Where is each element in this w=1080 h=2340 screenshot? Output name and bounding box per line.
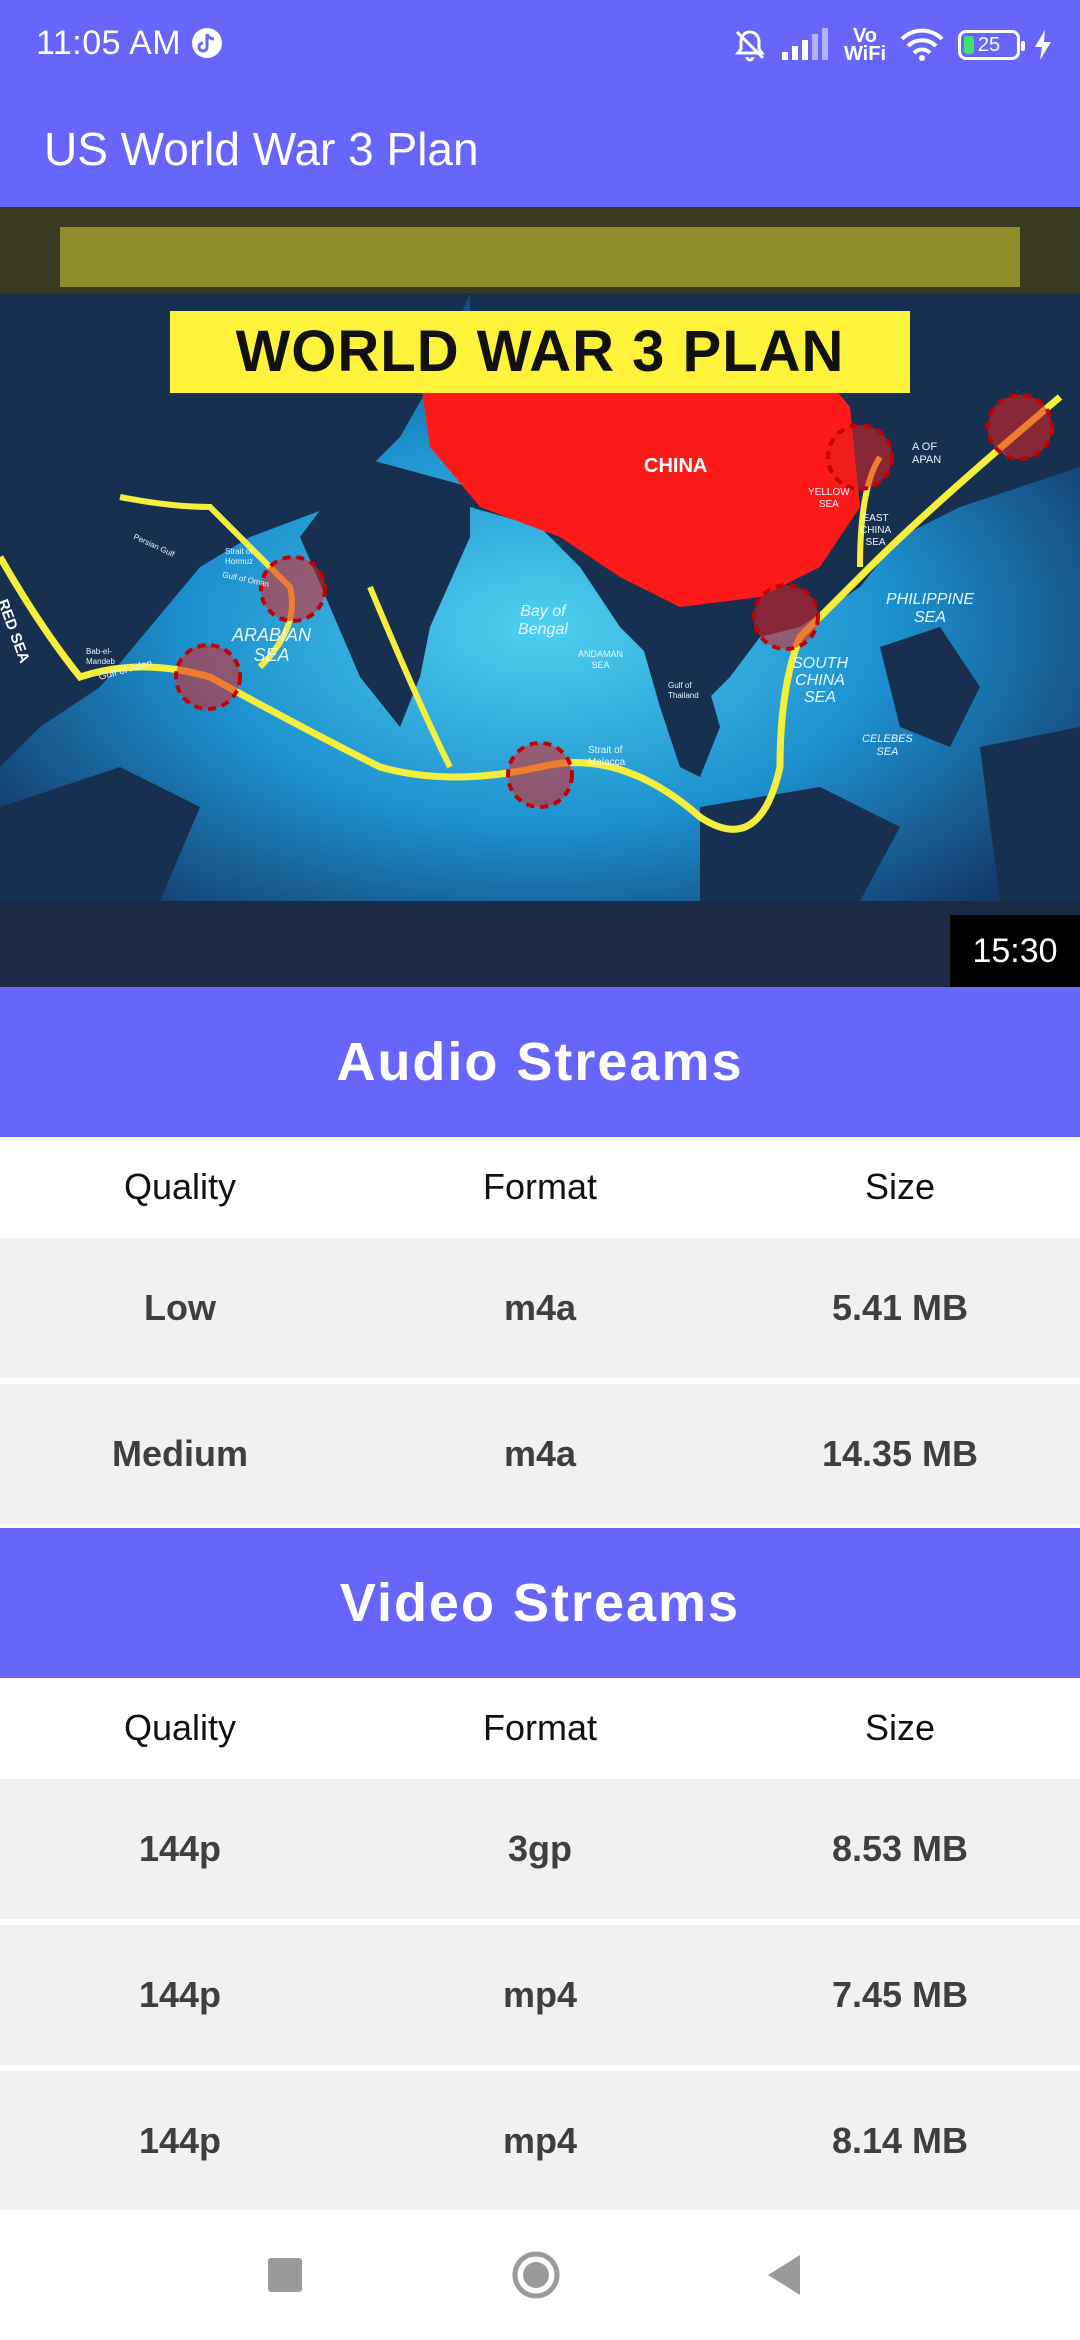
audio-quality: Low <box>144 1287 216 1328</box>
map-label-arabian-sea: ARABIAN SEA <box>232 625 311 665</box>
map-label-malacca-1: Strait of <box>588 745 623 756</box>
video-header-format: Format <box>482 1707 597 1748</box>
map-label-thailand-1: Gulf of <box>668 681 692 690</box>
signal-icon <box>781 28 828 60</box>
map-label-scs-2: CHINA <box>795 672 845 689</box>
map-label-yellow-1: YELLOW <box>808 487 850 498</box>
map-label-east-1: EAST <box>862 513 889 524</box>
page-title: US World War 3 Plan <box>44 123 479 175</box>
map-label-sea-of-japan: A OF APAN <box>912 441 941 467</box>
video-quality: 144p <box>138 1828 222 1869</box>
map-label-strait-of-malacca: Strait of Malacca <box>588 745 625 769</box>
video-format: 3gp <box>507 1828 572 1869</box>
map-label-bab-el-mandeb: Bab-el- Mandeb <box>86 647 115 667</box>
tiktok-icon <box>192 28 222 58</box>
map-label-south-china-sea: SOUTH CHINA SEA <box>792 655 848 706</box>
map-label-celebes-sea: CELEBES SEA <box>862 733 913 759</box>
map-label-japan-2: APAN <box>912 454 942 466</box>
video-header-quality: Quality <box>123 1707 237 1748</box>
map-label-scs-3: SEA <box>803 689 836 706</box>
status-time: 11:05 AM <box>36 24 182 62</box>
map-label-andaman-sea: ANDAMAN SEA <box>578 649 623 671</box>
video-streams-header: Video Streams <box>0 1528 1080 1678</box>
video-format: mp4 <box>502 1974 578 2015</box>
map-label-east-2: CHINA <box>860 525 892 536</box>
video-header-size: Size <box>864 1707 936 1748</box>
map-label-celebes-1: CELEBES <box>862 733 913 745</box>
audio-format: m4a <box>503 1287 577 1328</box>
map-label-philippine-sea: PHILIPPINE SEA <box>886 591 974 627</box>
map-label-strait-of-hormuz: Strait of Hormuz <box>225 547 253 567</box>
map-label-japan-1: A OF <box>912 441 938 453</box>
video-size: 7.45 MB <box>831 1974 969 2015</box>
map-label-scs-1: SOUTH <box>792 655 848 672</box>
system-nav-bar <box>0 2210 1080 2340</box>
video-duration: 15:30 <box>950 915 1080 987</box>
audio-table-header: Quality Format Size <box>0 1137 1080 1237</box>
map-label-thailand-2: Thailand <box>668 691 699 700</box>
video-size: 8.53 MB <box>831 1828 969 1869</box>
map-label-hormuz-2: Hormuz <box>225 557 254 566</box>
map-label-china: CHINA <box>644 455 708 477</box>
app-bar: US World War 3 Plan <box>0 90 1080 207</box>
map-label-celebes-2: SEA <box>876 746 899 758</box>
audio-size: 5.41 MB <box>831 1287 969 1328</box>
map-label-philippine-1: PHILIPPINE <box>886 591 975 608</box>
map-label-bay-of-bengal: Bay of Bengal <box>518 603 568 639</box>
wifi-icon <box>900 28 944 61</box>
audio-header-size: Size <box>864 1166 936 1207</box>
map-label-bab-2: Mandeb <box>86 657 115 666</box>
map-label-hormuz-1: Strait of <box>225 547 253 556</box>
home-circle-icon[interactable] <box>511 2250 561 2300</box>
audio-quality: Medium <box>111 1433 248 1474</box>
map-label-arabian-2: SEA <box>253 645 290 665</box>
audio-header-quality: Quality <box>123 1166 237 1207</box>
vowifi-bottom: WiFi <box>843 43 886 65</box>
video-row[interactable]: 144p mp4 7.45 MB <box>0 1925 1080 2065</box>
map-label-yellow-sea: YELLOW SEA <box>808 487 850 511</box>
audio-size: 14.35 MB <box>821 1433 979 1474</box>
audio-header-format: Format <box>482 1166 597 1207</box>
map-label-east-3: SEA <box>865 537 886 548</box>
video-thumbnail[interactable]: WORLD WAR 3 PLAN CHINA RED SEA ARABIAN S… <box>0 207 1080 987</box>
thumbnail-headline: WORLD WAR 3 PLAN <box>235 319 845 384</box>
map-label-yellow-2: SEA <box>818 499 839 510</box>
map-label-malacca-2: Malacca <box>588 757 626 768</box>
map-label-bab-1: Bab-el- <box>86 647 112 656</box>
video-table-header: Quality Format Size <box>0 1678 1080 1778</box>
map-label-east-china-sea: EAST CHINA SEA <box>860 513 891 549</box>
video-quality: 144p <box>138 2120 222 2161</box>
charging-bolt-icon <box>1035 30 1051 60</box>
map-label-arabian-1: ARABIAN <box>232 625 312 645</box>
status-icons: Vo WiFi 25 <box>732 20 1052 70</box>
video-size: 8.14 MB <box>831 2120 969 2161</box>
video-row[interactable]: 144p mp4 8.14 MB <box>0 2071 1080 2211</box>
map-label-philippine-2: SEA <box>914 609 947 626</box>
video-format: mp4 <box>502 2120 578 2161</box>
battery-nub <box>1021 41 1025 51</box>
battery-level: 25 <box>977 34 1001 56</box>
audio-format: m4a <box>503 1433 577 1474</box>
map-label-bay-2: Bengal <box>518 621 568 638</box>
video-row[interactable]: 144p 3gp 8.53 MB <box>0 1779 1080 1919</box>
map-label-gulf-of-thailand: Gulf of Thailand <box>668 681 699 701</box>
audio-row-medium[interactable]: Medium m4a 14.35 MB <box>0 1384 1080 1524</box>
status-bar: 11:05 AM Vo WiFi 25 <box>0 0 1080 90</box>
map-label-andaman-2: SEA <box>591 660 610 670</box>
recents-square-icon[interactable] <box>268 2258 302 2292</box>
audio-row-low[interactable]: Low m4a 5.41 MB <box>0 1238 1080 1378</box>
map-label-andaman-1: ANDAMAN <box>578 649 624 659</box>
map-label-bay-1: Bay of <box>520 603 566 620</box>
mute-bell-icon <box>734 30 765 62</box>
vowifi-icon: Vo WiFi <box>843 26 886 65</box>
battery-icon: 25 <box>958 30 1025 60</box>
audio-streams-header: Audio Streams <box>0 987 1080 1137</box>
back-triangle-icon[interactable] <box>764 2253 804 2297</box>
video-quality: 144p <box>138 1974 222 2015</box>
